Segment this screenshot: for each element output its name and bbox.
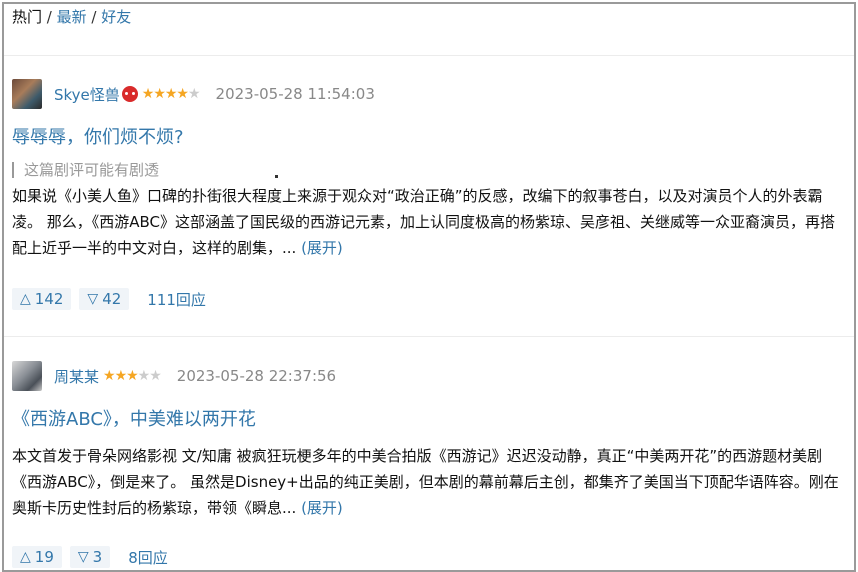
avatar[interactable] [12,79,42,109]
review-meta: 周某某 ★★★★★ 2023-05-28 22:37:56 [12,361,336,391]
rating-stars: ★★★★★ [141,86,201,102]
review-actions: △ 142 ▽ 42 111回应 [12,286,206,312]
expand-link[interactable]: (展开) [301,239,343,257]
sort-tabs: 热门 / 最新 / 好友 [12,6,131,28]
replies-link[interactable]: 111回应 [147,289,206,310]
replies-link[interactable]: 8回应 [128,547,168,568]
devil-icon [121,86,138,102]
tab-hot[interactable]: 热门 [12,8,42,26]
divider [4,336,854,337]
avatar[interactable] [12,361,42,391]
review-time: 2023-05-28 11:54:03 [215,85,375,103]
tab-separator: / [86,8,102,26]
downvote-button[interactable]: ▽ 42 [79,288,130,310]
review-actions: △ 19 ▽ 3 8回应 [12,544,168,570]
review-title[interactable]: 《西游ABC》，中美难以两开花 [12,405,256,431]
upvote-button[interactable]: △ 142 [12,288,72,310]
triangle-down-icon: ▽ [77,549,89,565]
rating-stars: ★★★★★ [103,368,162,384]
tab-separator: / [42,8,57,26]
review-time: 2023-05-28 22:37:56 [176,367,337,385]
review-meta: Skye怪兽 ★★★★★ 2023-05-28 11:54:03 [12,79,375,109]
stray-dot [275,175,278,178]
review-title[interactable]: 辱辱辱，你们烦不烦? [12,123,184,149]
tab-friends[interactable]: 好友 [101,8,131,26]
review-excerpt: 如果说《小美人鱼》口碑的扑街很大程度上来源于观众对“政治正确”的反感，改编下的叙… [12,187,836,257]
triangle-up-icon: △ [20,291,31,307]
triangle-down-icon: ▽ [87,291,99,307]
spoiler-warning: 这篇剧评可能有剧透 [12,162,159,178]
author-name[interactable]: 周某某 [54,366,99,387]
downvote-button[interactable]: ▽ 3 [69,546,111,568]
review-list-panel: 热门 / 最新 / 好友 Skye怪兽 ★★★★★ 2023-05-28 11:… [2,2,856,572]
triangle-up-icon: △ [20,549,31,565]
tab-latest[interactable]: 最新 [57,8,87,26]
divider [4,55,854,56]
review-excerpt: 本文首发于骨朵网络影视 文/知庸 被疯狂玩梗多年的中美合拍版《西游记》迟迟没动静… [12,447,839,517]
expand-link[interactable]: (展开) [301,499,343,517]
upvote-button[interactable]: △ 19 [12,546,62,568]
author-name[interactable]: Skye怪兽 [54,84,120,105]
